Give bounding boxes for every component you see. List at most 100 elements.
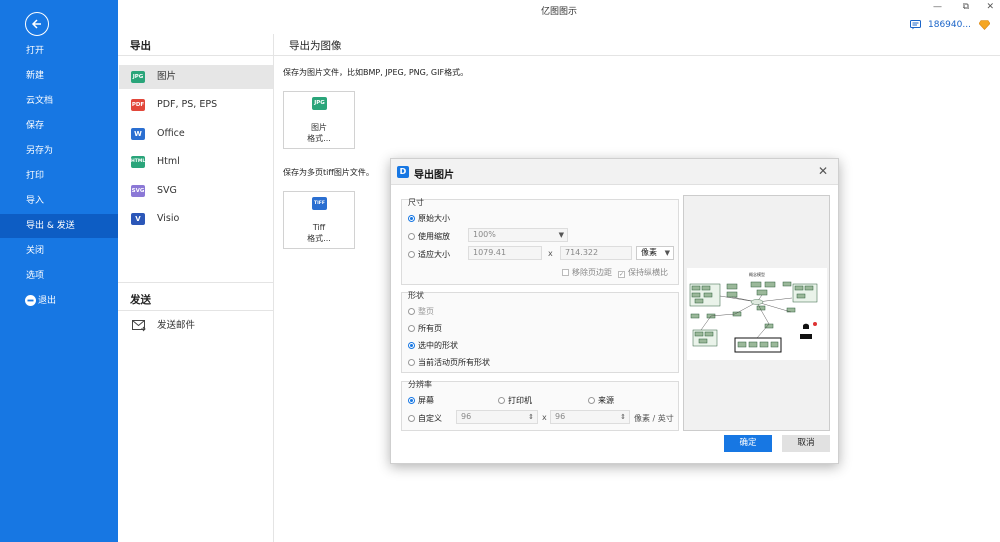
radio-active-page-shapes[interactable]: 当前活动页所有形状 bbox=[408, 357, 490, 368]
minimize-button[interactable]: — bbox=[933, 2, 942, 12]
tiff-format-description: 保存为多页tiff图片文件。 bbox=[283, 168, 374, 177]
radio-zoom[interactable]: 使用缩放 bbox=[408, 231, 450, 242]
radio-custom[interactable]: 自定义 bbox=[408, 413, 442, 424]
sidebar-item-new[interactable]: 新建 bbox=[0, 64, 118, 88]
dialog-header: D 导出图片 ✕ bbox=[391, 159, 838, 185]
size-group-title: 尺寸 bbox=[408, 198, 424, 207]
image-format-card[interactable]: JPG 图片 格式... bbox=[283, 91, 355, 149]
card-label: Tiff 格式... bbox=[307, 223, 331, 243]
sidebar-item-save[interactable]: 保存 bbox=[0, 114, 118, 138]
keep-ratio-checkbox[interactable]: ✓ 保持纵横比 bbox=[618, 267, 668, 278]
radio-dot bbox=[408, 308, 415, 315]
resolution-group: 分辨率 屏幕 打印机 来源 自定义 96 ⇕ x 96 ⇕ 像素 / 英寸 bbox=[401, 380, 679, 431]
export-section-title: 导出 bbox=[130, 40, 151, 52]
resolution-group-title: 分辨率 bbox=[408, 380, 432, 389]
format-label: 图片 bbox=[157, 71, 177, 82]
radio-dot bbox=[498, 397, 505, 404]
send-mail-item[interactable]: 发送邮件 bbox=[119, 314, 273, 338]
divider bbox=[118, 310, 274, 311]
dpi-x-input[interactable]: 96 ⇕ bbox=[456, 410, 538, 424]
close-icon[interactable]: ✕ bbox=[818, 164, 828, 178]
radio-original-size[interactable]: 原始大小 bbox=[408, 213, 450, 224]
remove-margin-checkbox[interactable]: 移除页边距 bbox=[562, 267, 612, 278]
sidebar-item-export-send[interactable]: 导出 & 发送 bbox=[0, 214, 118, 238]
unit-select[interactable]: 像素 ▼ bbox=[636, 246, 674, 260]
page-title: 导出为图像 bbox=[289, 40, 342, 52]
app-logo-icon: D bbox=[397, 166, 409, 178]
dpi-unit-label: 像素 / 英寸 bbox=[634, 414, 674, 423]
sidebar-item-cloud[interactable]: 云文档 bbox=[0, 89, 118, 113]
spinner-icon: ⇕ bbox=[620, 413, 626, 421]
dpi-y-input[interactable]: 96 ⇕ bbox=[550, 410, 630, 424]
radio-source[interactable]: 来源 bbox=[588, 395, 614, 406]
diagram-preview-image: 概念模型 bbox=[687, 268, 827, 360]
pdf-file-icon: PDF bbox=[131, 99, 145, 111]
format-item-image[interactable]: JPG 图片 bbox=[119, 65, 273, 89]
sidebar-item-import[interactable]: 导入 bbox=[0, 189, 118, 213]
divider bbox=[118, 282, 274, 283]
sidebar-item-print[interactable]: 打印 bbox=[0, 164, 118, 188]
chevron-down-icon: ▼ bbox=[558, 231, 564, 239]
word-file-icon: W bbox=[131, 128, 145, 140]
shape-group-title: 形状 bbox=[408, 291, 424, 300]
sidebar-item-close[interactable]: 关闭 bbox=[0, 239, 118, 263]
checkbox-box bbox=[562, 269, 569, 276]
back-button[interactable] bbox=[25, 12, 49, 36]
format-label: Visio bbox=[157, 213, 180, 224]
send-section-title: 发送 bbox=[130, 294, 151, 306]
tiff-format-card[interactable]: TIFF Tiff 格式... bbox=[283, 191, 355, 249]
cancel-button[interactable]: 取消 bbox=[782, 435, 830, 452]
export-format-panel: 导出 JPG 图片 PDF PDF, PS, EPS W Office HTML… bbox=[118, 34, 274, 542]
exit-icon bbox=[25, 295, 36, 306]
sidebar-item-save-as[interactable]: 另存为 bbox=[0, 139, 118, 163]
height-input[interactable]: 714.322 bbox=[560, 246, 632, 260]
check-icon: ✓ bbox=[618, 271, 625, 278]
radio-all-pages[interactable]: 所有页 bbox=[408, 323, 442, 334]
format-item-office[interactable]: W Office bbox=[119, 122, 273, 146]
width-input[interactable]: 1079.41 bbox=[468, 246, 542, 260]
ok-button[interactable]: 确定 bbox=[724, 435, 772, 452]
chat-icon[interactable] bbox=[910, 20, 921, 30]
chevron-down-icon: ▼ bbox=[664, 249, 670, 257]
app-title: 亿图图示 bbox=[540, 7, 577, 17]
image-format-description: 保存为图片文件，比如BMP, JPEG, PNG, GIF格式。 bbox=[283, 68, 469, 77]
diagram-title: 概念模型 bbox=[749, 271, 765, 277]
app-window: 打开 新建 云文档 保存 另存为 打印 导入 导出 & 发送 关闭 选项 退出 … bbox=[0, 0, 1000, 542]
mail-icon bbox=[132, 320, 146, 332]
export-preview: 概念模型 bbox=[683, 195, 830, 431]
radio-dot bbox=[408, 415, 415, 422]
restore-button[interactable]: ⧉ bbox=[963, 2, 969, 12]
radio-dot bbox=[408, 215, 415, 222]
divider bbox=[118, 55, 274, 56]
close-window-button[interactable]: ✕ bbox=[986, 2, 994, 12]
user-id[interactable]: 186940... bbox=[928, 20, 971, 30]
format-label: SVG bbox=[157, 185, 177, 196]
radio-dot bbox=[408, 251, 415, 258]
zoom-select[interactable]: 100% ▼ bbox=[468, 228, 568, 242]
radio-printer[interactable]: 打印机 bbox=[498, 395, 532, 406]
dialog-title: 导出图片 bbox=[414, 170, 454, 181]
format-item-pdf[interactable]: PDF PDF, PS, EPS bbox=[119, 93, 273, 117]
radio-screen[interactable]: 屏幕 bbox=[408, 395, 434, 406]
divider bbox=[274, 55, 1000, 56]
radio-selected-shapes[interactable]: 选中的形状 bbox=[408, 340, 458, 351]
format-item-html[interactable]: HTML Html bbox=[119, 150, 273, 174]
times-sign: x bbox=[548, 249, 553, 258]
svg-file-icon: SVG bbox=[131, 185, 145, 197]
export-image-dialog: D 导出图片 ✕ 尺寸 原始大小 使用缩放 100% ▼ 适应大小 1079.41… bbox=[390, 158, 839, 464]
sidebar-item-options[interactable]: 选项 bbox=[0, 264, 118, 288]
format-item-svg[interactable]: SVG SVG bbox=[119, 179, 273, 203]
title-bar: 亿图图示 — ⧉ ✕ bbox=[118, 0, 1000, 18]
vip-gem-icon[interactable] bbox=[979, 20, 990, 30]
times-sign: x bbox=[542, 413, 547, 422]
sidebar-item-open[interactable]: 打开 bbox=[0, 39, 118, 63]
visio-file-icon: V bbox=[131, 213, 145, 225]
radio-whole-page[interactable]: 整页 bbox=[408, 306, 434, 317]
send-mail-label: 发送邮件 bbox=[157, 320, 196, 331]
sidebar-item-exit[interactable]: 退出 bbox=[0, 289, 118, 313]
format-label: Html bbox=[157, 156, 180, 167]
radio-fit-size[interactable]: 适应大小 bbox=[408, 249, 450, 260]
jpg-file-icon: JPG bbox=[312, 97, 327, 110]
radio-dot bbox=[408, 342, 415, 349]
format-item-visio[interactable]: V Visio bbox=[119, 207, 273, 231]
